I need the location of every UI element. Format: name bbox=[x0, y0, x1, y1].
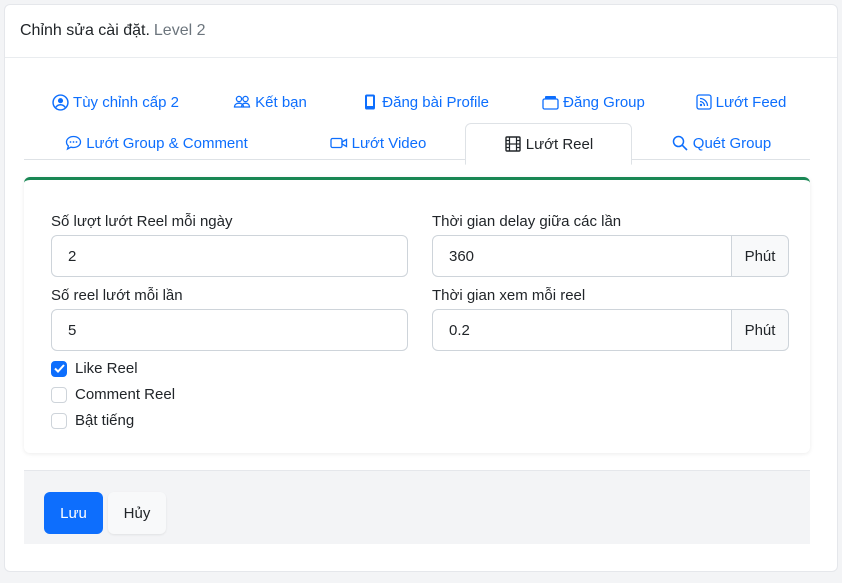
group-window-icon bbox=[541, 93, 559, 111]
reels-per-day-label: Số lượt lướt Reel mỗi ngày bbox=[51, 213, 233, 230]
tab-luot-group-comment[interactable]: Lướt Group & Comment bbox=[64, 123, 248, 163]
search-icon bbox=[671, 134, 689, 152]
checkbox-unchecked-icon[interactable] bbox=[51, 386, 67, 403]
checkbox-unchecked-icon[interactable] bbox=[51, 412, 67, 429]
form-footer: Lưu Hủy bbox=[24, 470, 810, 544]
tab-luot-reel[interactable]: Lướt Reel bbox=[465, 123, 632, 165]
like-reel-checkbox[interactable]: Like Reel bbox=[51, 360, 138, 377]
page-title: Chỉnh sửa cài đặt. bbox=[20, 22, 150, 39]
tab-label: Quét Group bbox=[692, 134, 772, 152]
users-icon bbox=[233, 93, 251, 111]
tab-luot-video[interactable]: Lướt Video bbox=[328, 123, 428, 163]
save-button[interactable]: Lưu bbox=[44, 492, 103, 534]
tab-label: Lướt Reel bbox=[525, 135, 594, 153]
tab-label: Đăng Group bbox=[563, 93, 645, 111]
user-circle-icon bbox=[51, 93, 69, 111]
rss-icon bbox=[695, 93, 712, 111]
tab-bar: Tùy chỉnh cấp 2 Kết bạn Đăng bài Profile… bbox=[24, 82, 810, 165]
checkbox-label: Like Reel bbox=[75, 360, 138, 377]
delay-unit-addon: Phút bbox=[731, 235, 789, 277]
film-icon bbox=[504, 135, 522, 153]
tab-label: Kết bạn bbox=[255, 93, 307, 111]
watch-time-label: Thời gian xem mỗi reel bbox=[432, 287, 586, 304]
video-icon bbox=[330, 134, 348, 152]
cancel-button[interactable]: Hủy bbox=[108, 492, 166, 534]
checkbox-label: Bật tiếng bbox=[75, 412, 135, 429]
phone-icon bbox=[361, 93, 378, 111]
delay-label: Thời gian delay giữa các lần bbox=[432, 213, 622, 230]
tab-quet-group[interactable]: Quét Group bbox=[670, 123, 772, 163]
tab-label: Lướt Video bbox=[351, 134, 427, 152]
card-header: Chỉnh sửa cài đặt. Level 2 bbox=[5, 5, 837, 58]
tab-label: Lướt Group & Comment bbox=[86, 134, 248, 152]
tab-tuy-chinh-cap-2[interactable]: Tùy chỉnh cấp 2 bbox=[50, 82, 180, 122]
tab-label: Tùy chỉnh cấp 2 bbox=[73, 93, 179, 111]
comment-reel-checkbox[interactable]: Comment Reel bbox=[51, 386, 175, 403]
reel-settings-panel: Số lượt lướt Reel mỗi ngày 2 Thời gian d… bbox=[24, 177, 810, 453]
tab-dang-group[interactable]: Đăng Group bbox=[541, 82, 645, 122]
tab-dang-bai-profile[interactable]: Đăng bài Profile bbox=[361, 82, 489, 122]
chat-icon bbox=[64, 134, 82, 152]
reels-per-time-input[interactable]: 5 bbox=[51, 309, 408, 351]
tab-luot-feed[interactable]: Lướt Feed bbox=[695, 82, 787, 122]
tab-label: Lướt Feed bbox=[715, 93, 787, 111]
watch-time-unit-addon: Phút bbox=[731, 309, 789, 351]
tab-ket-ban[interactable]: Kết bạn bbox=[232, 82, 308, 122]
sound-on-checkbox[interactable]: Bật tiếng bbox=[51, 412, 134, 429]
tab-label: Đăng bài Profile bbox=[382, 93, 489, 111]
page-subtitle: Level 2 bbox=[153, 22, 206, 39]
reels-per-day-input[interactable]: 2 bbox=[51, 235, 408, 277]
checkbox-label: Comment Reel bbox=[75, 386, 176, 403]
checkbox-checked-icon[interactable] bbox=[51, 360, 67, 377]
delay-input[interactable]: 360 bbox=[432, 235, 732, 277]
watch-time-input[interactable]: 0.2 bbox=[432, 309, 732, 351]
reels-per-time-label: Số reel lướt mỗi lần bbox=[51, 287, 183, 304]
